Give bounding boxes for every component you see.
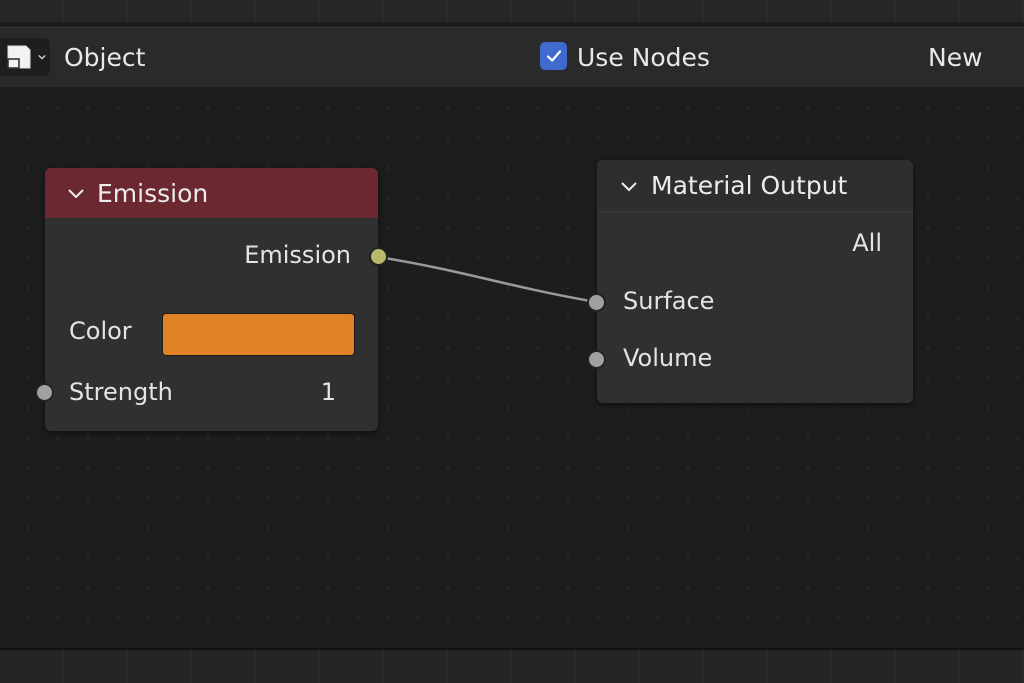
emission-output-socket[interactable] — [369, 247, 388, 266]
bottom-toolbar-strip — [0, 648, 1024, 683]
emission-node-title: Emission — [97, 178, 209, 208]
collapse-chevron-icon[interactable] — [618, 175, 640, 197]
node-editor: Object Use Nodes New Emission Emission C… — [0, 0, 1024, 683]
volume-input-label: Volume — [623, 344, 713, 372]
target-dropdown[interactable]: All — [852, 229, 882, 257]
emission-node[interactable]: Emission Emission Color Strength 1 — [45, 168, 378, 431]
material-output-node-header[interactable]: Material Output — [597, 160, 913, 212]
strength-input-socket[interactable] — [35, 383, 54, 402]
strength-label: Strength — [69, 378, 173, 406]
color-swatch[interactable] — [162, 313, 355, 356]
strength-value[interactable]: 1 — [321, 378, 336, 406]
color-label: Color — [69, 317, 132, 345]
emission-output-label: Emission — [244, 241, 351, 269]
collapse-chevron-icon[interactable] — [65, 182, 87, 204]
surface-input-label: Surface — [623, 287, 715, 315]
surface-input-socket[interactable] — [587, 293, 606, 312]
volume-input-socket[interactable] — [587, 350, 606, 369]
material-output-node[interactable]: Material Output All Surface Volume — [597, 160, 913, 403]
material-output-node-title: Material Output — [651, 171, 848, 200]
emission-node-header[interactable]: Emission — [45, 168, 378, 218]
